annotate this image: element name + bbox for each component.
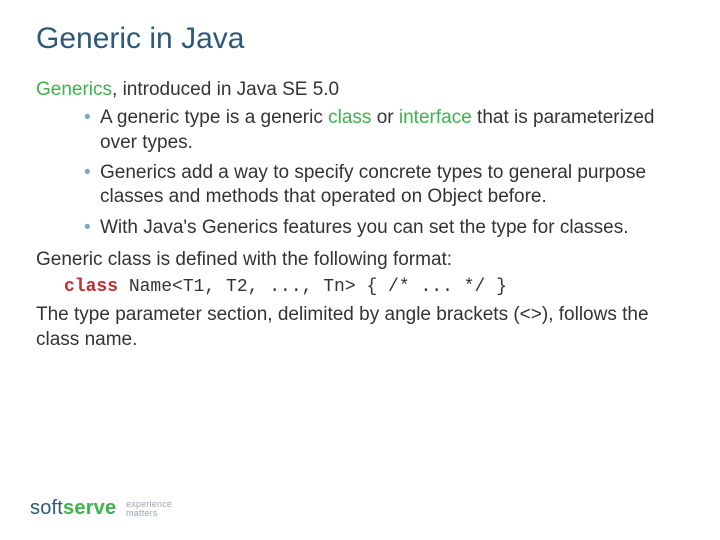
code-rest: Name<T1, T2, ..., Tn> { /* ... */ } — [118, 277, 507, 297]
list-item: With Java's Generics features you can se… — [84, 216, 684, 240]
logo-tagline: experience matters — [126, 500, 172, 519]
intro-line: Generics, introduced in Java SE 5.0 — [36, 78, 684, 102]
slide-body: Generics, introduced in Java SE 5.0 A ge… — [36, 78, 684, 352]
logo-serve: serve — [63, 497, 116, 519]
keyword-generics: Generics — [36, 79, 112, 100]
bullet-text: Generics add a way to specify concrete t… — [100, 162, 646, 207]
logo: softserve experience matters — [30, 497, 172, 520]
list-item: Generics add a way to specify concrete t… — [84, 161, 684, 210]
keyword-class-code: class — [64, 277, 118, 297]
list-item: A generic type is a generic class or int… — [84, 106, 684, 155]
closing-line: The type parameter section, delimited by… — [36, 303, 684, 352]
keyword-interface: interface — [399, 107, 472, 128]
bullet-text: or — [371, 107, 398, 128]
intro-rest: , introduced in Java SE 5.0 — [112, 79, 339, 100]
bullet-text: With Java's Generics features you can se… — [100, 217, 628, 238]
slide-title: Generic in Java — [36, 22, 684, 56]
code-line: class Name<T1, T2, ..., Tn> { /* ... */ … — [64, 276, 684, 299]
logo-soft: soft — [30, 497, 63, 519]
logo-tag2: matters — [126, 509, 172, 518]
bullet-list: A generic type is a generic class or int… — [36, 106, 684, 240]
bullet-text: A generic type is a generic — [100, 107, 328, 128]
slide: Generic in Java Generics, introduced in … — [0, 0, 720, 352]
format-line: Generic class is defined with the follow… — [36, 248, 684, 272]
keyword-class: class — [328, 107, 371, 128]
